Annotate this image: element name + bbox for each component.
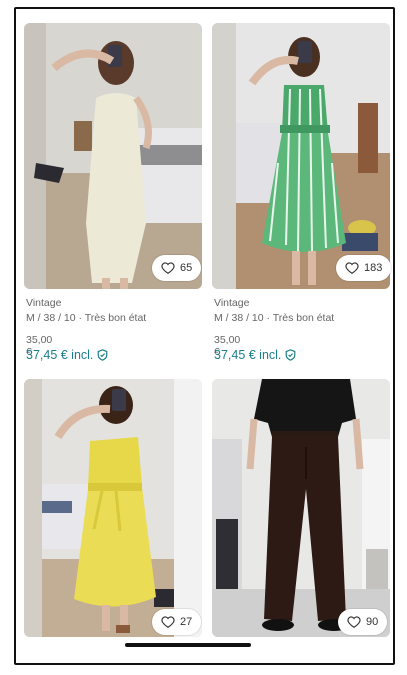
favorite-count: 90 xyxy=(366,616,379,628)
shield-check-icon xyxy=(98,349,108,361)
listing-photo[interactable] xyxy=(24,379,202,637)
favorite-button[interactable]: 183 xyxy=(336,255,392,281)
favorite-button[interactable]: 90 xyxy=(338,609,388,635)
heart-icon xyxy=(345,262,359,274)
price-incl-label: 37,45 € incl. xyxy=(26,348,94,362)
heart-icon xyxy=(347,616,361,628)
heart-icon xyxy=(161,262,175,274)
phone-frame: 65 Vintage M / 38 / 10 · Très bon état 3… xyxy=(14,7,395,665)
favorite-button[interactable]: 27 xyxy=(152,609,202,635)
favorite-count: 183 xyxy=(364,262,383,274)
home-indicator[interactable] xyxy=(125,643,251,647)
listing-photo[interactable] xyxy=(24,23,202,289)
listing-brand: Vintage xyxy=(26,297,62,309)
listing-photo[interactable] xyxy=(212,379,390,637)
listing-price-incl[interactable]: 37,45 € incl. xyxy=(26,348,108,362)
listing-photo[interactable] xyxy=(212,23,390,289)
heart-icon xyxy=(161,616,175,628)
favorite-count: 65 xyxy=(180,262,193,274)
listing-price-incl[interactable]: 37,45 € incl. xyxy=(214,348,296,362)
favorite-button[interactable]: 65 xyxy=(152,255,202,281)
price-incl-label: 37,45 € incl. xyxy=(214,348,282,362)
favorite-count: 27 xyxy=(180,616,193,628)
shield-check-icon xyxy=(286,349,296,361)
listing-details: M / 38 / 10 · Très bon état xyxy=(26,312,147,324)
listing-brand: Vintage xyxy=(214,297,250,309)
listing-details: M / 38 / 10 · Très bon état xyxy=(214,312,335,324)
